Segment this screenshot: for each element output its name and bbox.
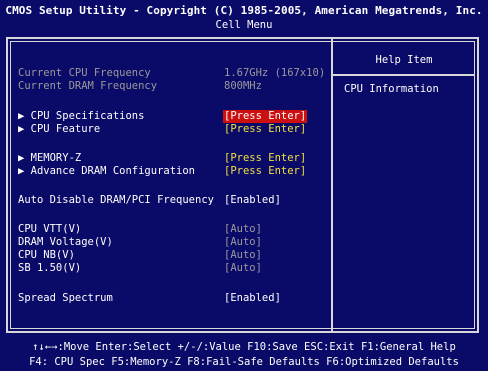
sb-150-label: SB 1.50(V)	[18, 262, 82, 274]
key-help-line-2: F4: CPU Spec F5:Memory-Z F8:Fail-Safe De…	[29, 356, 459, 368]
utility-title: CMOS Setup Utility - Copyright (C) 1985-…	[5, 4, 483, 17]
cpu-vtt-value[interactable]: [Auto]	[224, 223, 262, 236]
sb-150-value[interactable]: [Auto]	[224, 262, 262, 275]
cpu-nb-label: CPU NB(V)	[18, 249, 75, 261]
cpu-specifications-value[interactable]: [Press Enter]	[223, 110, 308, 123]
auto-disable-label: Auto Disable DRAM/PCI Frequency	[18, 194, 214, 206]
panel-divider	[331, 39, 333, 331]
spread-spectrum-label: Spread Spectrum	[18, 292, 113, 304]
help-item-title: Help Item	[375, 54, 433, 66]
memory-z-label: ▶ MEMORY-Z	[18, 152, 82, 164]
help-separator	[333, 74, 475, 76]
key-help-line-1: ↑↓←→:Move Enter:Select +/-/:Value F10:Sa…	[32, 341, 456, 353]
help-item-text: CPU Information	[344, 83, 439, 95]
auto-disable-value[interactable]: [Enabled]	[224, 194, 281, 207]
advance-dram-value[interactable]: [Press Enter]	[224, 165, 306, 178]
memory-z-value[interactable]: [Press Enter]	[224, 152, 306, 165]
cpu-frequency-value: 1.67GHz (167x10)	[224, 67, 326, 79]
dram-voltage-label: DRAM Voltage(V)	[18, 236, 113, 248]
dram-frequency-label: Current DRAM Frequency	[18, 80, 158, 92]
key-help-bar: ↑↓←→:Move Enter:Select +/-/:Value F10:Sa…	[0, 336, 488, 371]
cpu-frequency-label: Current CPU Frequency	[18, 67, 151, 79]
cpu-specifications-label: ▶ CPU Specifications	[18, 110, 145, 122]
cpu-feature-value[interactable]: [Press Enter]	[224, 123, 306, 136]
title-bar: CMOS Setup Utility - Copyright (C) 1985-…	[0, 0, 488, 36]
cpu-feature-label: ▶ CPU Feature	[18, 123, 101, 135]
advance-dram-label: ▶ Advance DRAM Configuration	[18, 165, 196, 177]
dram-voltage-value[interactable]: [Auto]	[224, 236, 262, 249]
cpu-vtt-label: CPU VTT(V)	[18, 223, 82, 235]
spread-spectrum-value[interactable]: [Enabled]	[224, 292, 281, 305]
dram-frequency-value: 800MHz	[224, 80, 262, 92]
menu-title: Cell Menu	[215, 19, 273, 31]
cpu-nb-value[interactable]: [Auto]	[224, 249, 262, 262]
